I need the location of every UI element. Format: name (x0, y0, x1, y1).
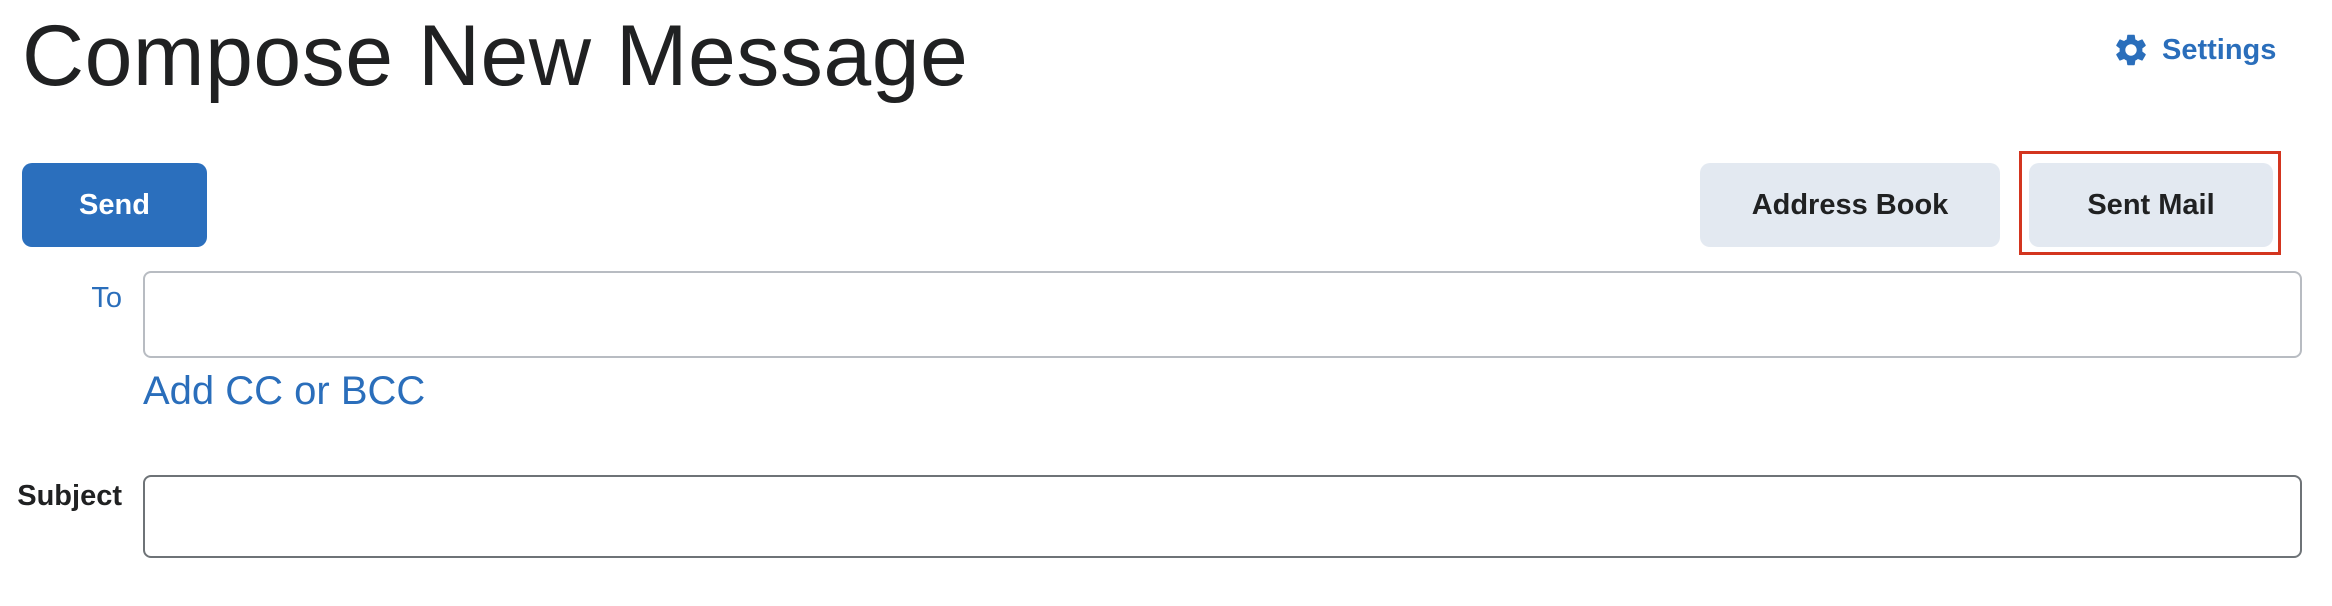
settings-label: Settings (2162, 33, 2277, 66)
to-label: To (91, 282, 122, 314)
to-field[interactable] (143, 271, 2302, 358)
sent-mail-button[interactable]: Sent Mail (2029, 163, 2273, 247)
send-button[interactable]: Send (22, 163, 207, 247)
subject-label: Subject (17, 480, 122, 512)
settings-link[interactable]: Settings (2112, 26, 2276, 74)
page-title: Compose New Message (22, 8, 969, 104)
gear-icon (2112, 31, 2150, 69)
address-book-button[interactable]: Address Book (1700, 163, 2000, 247)
subject-field[interactable] (143, 475, 2302, 558)
add-cc-bcc-link[interactable]: Add CC or BCC (143, 366, 425, 416)
